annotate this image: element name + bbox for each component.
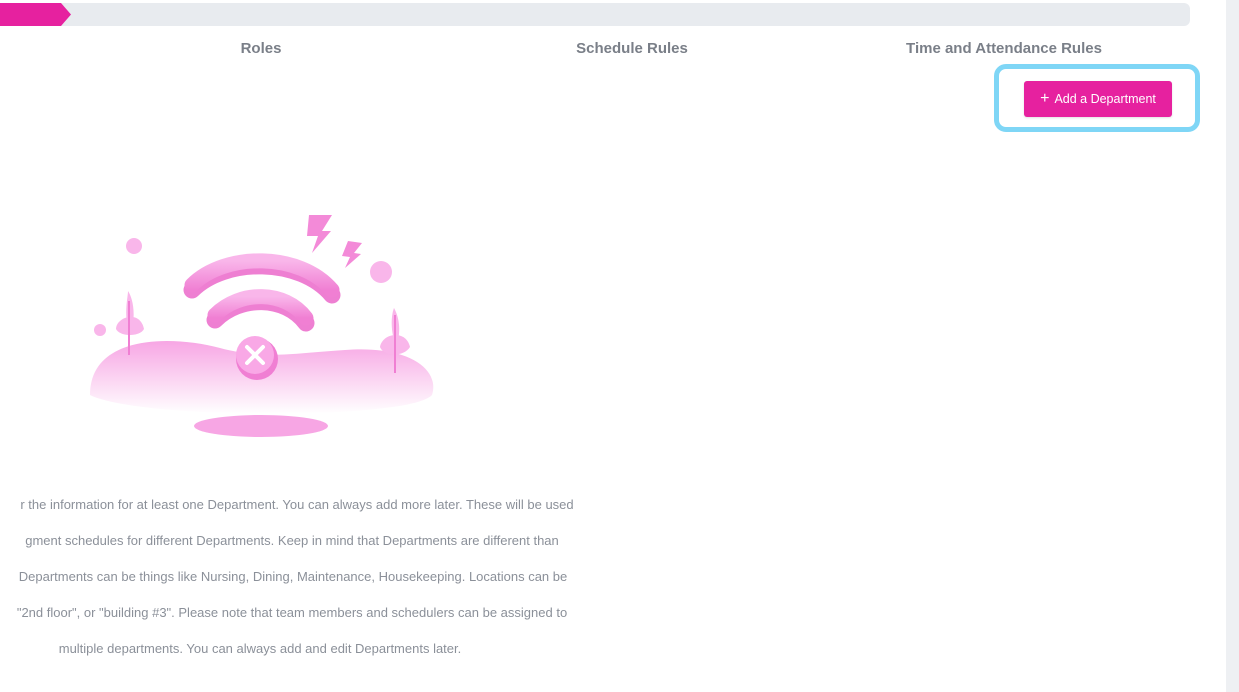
plus-icon: + (1040, 90, 1050, 107)
description-line: r the information for at least one Depar… (20, 497, 574, 512)
step-time-attendance-rules[interactable]: Time and Attendance Rules (906, 40, 1102, 57)
step-roles[interactable]: Roles (241, 40, 282, 57)
department-description: r the information for at least one Depar… (0, 487, 610, 667)
disconnected-dot (236, 336, 278, 380)
add-department-label: Add a Department (1054, 92, 1156, 106)
no-wifi-illustration (90, 215, 434, 437)
description-line: gment schedules for different Department… (25, 533, 559, 548)
description-line: multiple departments. You can always add… (58, 641, 462, 656)
bubble-decoration (370, 261, 392, 283)
description-line: "2nd floor", or "building #3". Please no… (16, 605, 568, 620)
wifi-arcs (183, 253, 341, 332)
lightning-icon (307, 215, 362, 268)
department-setup-page: Roles Schedule Rules Time and Attendance… (0, 0, 1239, 692)
shadow-ellipse (194, 415, 328, 437)
bubble-decoration (126, 238, 142, 254)
add-department-button[interactable]: + Add a Department (1024, 81, 1172, 117)
setup-progress-bar (0, 3, 1190, 26)
bubble-decoration (94, 324, 106, 336)
scrollbar-track[interactable] (1226, 0, 1239, 692)
setup-progress-fill (0, 3, 71, 26)
description-line: Departments can be things like Nursing, … (18, 569, 568, 584)
step-schedule-rules[interactable]: Schedule Rules (576, 40, 688, 57)
